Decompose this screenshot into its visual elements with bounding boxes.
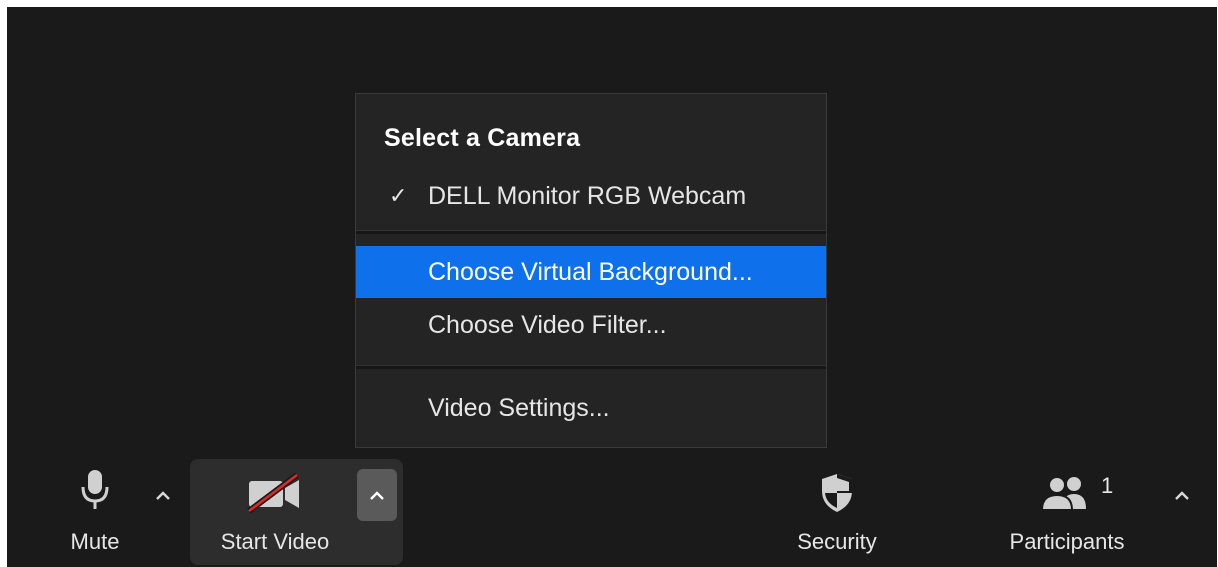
choose-virtual-background-item[interactable]: Choose Virtual Background... (356, 246, 826, 298)
video-settings-item[interactable]: Video Settings... (356, 382, 826, 434)
video-options-caret[interactable] (357, 469, 397, 521)
mute-label: Mute (70, 529, 120, 554)
caret-up-icon (1175, 490, 1189, 500)
security-button[interactable]: Security (777, 455, 897, 567)
participants-label: Participants (1009, 529, 1125, 554)
choose-video-filter-item[interactable]: Choose Video Filter... (356, 299, 826, 351)
menu-separator (356, 365, 826, 369)
security-label: Security (797, 529, 877, 554)
caret-up-icon (370, 490, 384, 500)
participants-count: 1 (1101, 473, 1114, 498)
microphone-icon (80, 469, 110, 516)
mute-button[interactable]: Mute (55, 455, 135, 567)
video-off-icon (247, 472, 303, 518)
participants-button[interactable]: 1 Participants (997, 455, 1137, 567)
participants-icon (1038, 475, 1092, 516)
meeting-window: Select a Camera ✓ DELL Monitor RGB Webca… (7, 7, 1217, 567)
camera-menu: Select a Camera ✓ DELL Monitor RGB Webca… (355, 93, 827, 448)
choose-video-filter-label: Choose Video Filter... (428, 310, 667, 339)
shield-icon (820, 473, 854, 518)
video-button-group: Start Video (190, 459, 403, 565)
camera-item-dell[interactable]: ✓ DELL Monitor RGB Webcam (356, 170, 826, 222)
participants-options-caret[interactable] (1162, 469, 1202, 521)
check-icon: ✓ (389, 183, 408, 208)
video-settings-label: Video Settings... (428, 393, 610, 422)
start-video-label: Start Video (220, 529, 330, 554)
camera-item-label: DELL Monitor RGB Webcam (428, 181, 747, 210)
choose-virtual-background-label: Choose Virtual Background... (428, 257, 753, 286)
menu-separator (356, 230, 826, 234)
caret-up-icon (156, 490, 170, 500)
audio-options-caret[interactable] (143, 469, 183, 521)
start-video-button[interactable]: Start Video (200, 455, 350, 567)
menu-header: Select a Camera (384, 124, 581, 152)
meeting-toolbar: Mute Start Video Security 1 Participants (7, 455, 1217, 567)
